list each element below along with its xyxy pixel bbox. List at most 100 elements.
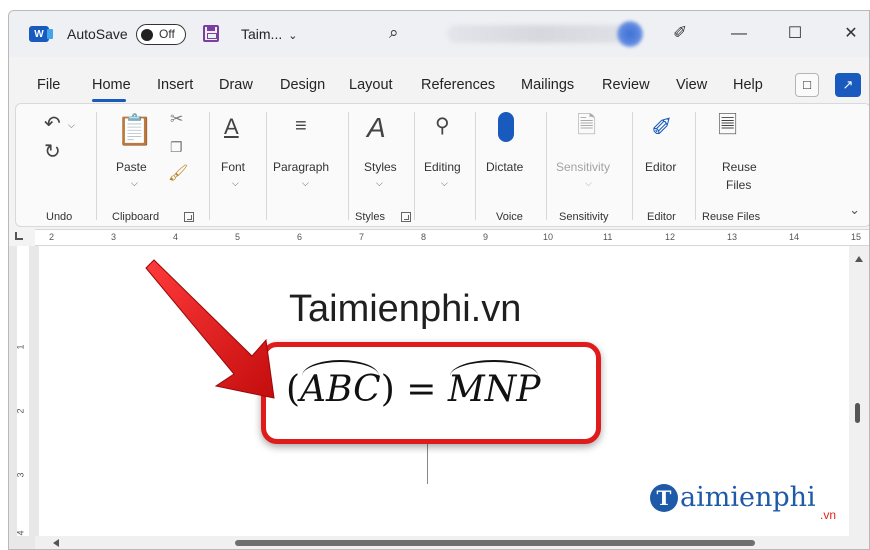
watermark-suffix: .vn	[820, 508, 837, 522]
title-bar: W AutoSave Off Taim... ⌄ ⌕ ✐ — ☐ ✕	[9, 11, 869, 57]
minimize-button[interactable]: —	[719, 20, 759, 48]
chevron-down-icon[interactable]: ⌵	[131, 178, 138, 189]
editor-pen-icon[interactable]: ✐	[651, 114, 673, 140]
toggle-knob	[141, 28, 153, 41]
horizontal-scroll-thumb[interactable]	[235, 540, 755, 546]
tab-mailings[interactable]: Mailings	[521, 77, 574, 93]
group-editor: ✐ Editor Editor	[633, 104, 695, 228]
share-button[interactable]: ↗	[835, 73, 861, 97]
group-sensitivity: 🗎 Sensitivity ⌵ Sensitivity	[547, 104, 632, 228]
paste-button[interactable]: Paste	[116, 160, 147, 174]
horizontal-scrollbar[interactable]	[35, 536, 869, 549]
ruler-strip[interactable]: 2 3 4 5 6 7 8 9 10 11 12 13 14 15	[35, 229, 869, 246]
ruler-number: 6	[297, 232, 303, 242]
tab-view[interactable]: View	[676, 77, 707, 93]
tab-file[interactable]: File	[37, 77, 60, 93]
autosave-state: Off	[159, 27, 175, 41]
copy-icon[interactable]: ❐	[170, 140, 183, 154]
formula-equals: =	[394, 369, 448, 410]
format-painter-icon[interactable]: 🖌	[168, 166, 188, 182]
sensitivity-icon: 🗎	[577, 112, 597, 139]
editing-button[interactable]: Editing	[424, 160, 461, 174]
ruler-number: 9	[483, 232, 489, 242]
editor-button[interactable]: Editor	[645, 160, 676, 174]
undo-icon[interactable]: ↶	[44, 114, 61, 134]
document-name[interactable]: Taim... ⌄	[241, 26, 297, 42]
font-icon[interactable]: A	[224, 116, 239, 138]
clipboard-launcher[interactable]	[184, 212, 194, 222]
font-button[interactable]: Font	[221, 160, 245, 174]
vertical-ruler: 1 2 3 4	[9, 246, 35, 536]
horizontal-ruler: 2 3 4 5 6 7 8 9 10 11 12 13 14 15	[9, 229, 869, 246]
chevron-down-icon[interactable]: ⌵	[441, 178, 448, 189]
group-clipboard: 📋 Paste ⌵ ✂ ❐ 🖌 Clipboard	[98, 104, 208, 228]
paragraph-icon[interactable]: ≡	[295, 116, 307, 136]
arc-mnp: MNP	[447, 360, 541, 410]
vertical-scrollbar[interactable]	[849, 246, 869, 536]
tab-draw[interactable]: Draw	[219, 77, 253, 93]
tab-design[interactable]: Design	[280, 77, 325, 93]
divider	[96, 112, 97, 220]
ribbon-tabs: File Home Insert Draw Design Layout Refe…	[9, 73, 869, 102]
autosave-label: AutoSave	[67, 26, 128, 42]
vertical-scroll-thumb[interactable]	[855, 403, 860, 423]
save-icon[interactable]	[203, 25, 219, 42]
redo-icon[interactable]: ↻	[44, 142, 61, 162]
ruler-number: 8	[421, 232, 427, 242]
chevron-down-icon[interactable]: ⌵	[68, 120, 75, 131]
ruler-number: 12	[665, 232, 676, 242]
maximize-button[interactable]: ☐	[775, 20, 815, 48]
ruler-number: 4	[15, 530, 26, 536]
group-label-clipboard: Clipboard	[112, 211, 160, 223]
group-label-voice: Voice	[496, 211, 523, 223]
dictate-button[interactable]: Dictate	[486, 160, 523, 174]
scroll-up-icon[interactable]	[855, 256, 863, 262]
ribbon-collapse-chevron-icon[interactable]: ⌄	[849, 202, 860, 218]
paste-icon[interactable]: 📋	[116, 116, 153, 146]
pen-icon[interactable]: ✐	[673, 23, 687, 43]
ruler-number: 4	[173, 232, 179, 242]
account-name-blurred	[447, 25, 632, 43]
group-paragraph: ≡ Paragraph ⌵	[267, 104, 347, 228]
comment-button[interactable]: □	[795, 73, 819, 97]
chevron-down-icon[interactable]: ⌵	[232, 178, 239, 189]
ruler-number: 11	[603, 232, 613, 242]
microphone-icon[interactable]	[498, 112, 514, 142]
reuse-files-icon[interactable]: 🗏	[718, 114, 737, 138]
styles-icon[interactable]: A	[367, 114, 386, 142]
tab-references[interactable]: References	[421, 77, 495, 93]
reuse-files-label-2[interactable]: Files	[726, 178, 751, 192]
chevron-down-icon[interactable]: ⌵	[302, 178, 309, 189]
vertical-ruler-strip	[17, 246, 29, 536]
tab-help[interactable]: Help	[733, 77, 763, 93]
watermark-letter: T	[650, 484, 678, 512]
styles-launcher[interactable]	[401, 212, 411, 222]
active-tab-indicator	[92, 99, 126, 102]
styles-button[interactable]: Styles	[364, 160, 397, 174]
ruler-number: 5	[235, 232, 241, 242]
reuse-files-label-1[interactable]: Reuse	[722, 160, 757, 174]
search-icon[interactable]: ⌕	[389, 23, 399, 43]
chevron-down-icon[interactable]: ⌵	[376, 178, 383, 189]
group-label-undo: Undo	[46, 211, 73, 223]
paragraph-button[interactable]: Paragraph	[273, 160, 329, 174]
ruler-number: 2	[49, 232, 55, 242]
ruler-number: 3	[15, 472, 26, 478]
tab-home[interactable]: Home	[92, 77, 131, 93]
word-icon[interactable]: W	[29, 26, 53, 42]
search-icon[interactable]: ⚲	[435, 116, 450, 136]
document-title-text[interactable]: Taimienphi.vn	[289, 288, 521, 331]
equation[interactable]: (ABC) = MNP	[286, 360, 541, 410]
tab-review[interactable]: Review	[602, 77, 650, 93]
group-editing: ⚲ Editing ⌵	[415, 104, 475, 228]
group-label-editor: Editor	[647, 211, 676, 223]
cut-icon[interactable]: ✂	[170, 112, 183, 128]
tab-layout[interactable]: Layout	[349, 77, 393, 93]
ruler-number: 7	[359, 232, 365, 242]
autosave-toggle[interactable]: Off	[136, 24, 186, 45]
tab-stop-selector[interactable]	[15, 232, 23, 240]
close-button[interactable]: ✕	[831, 20, 869, 48]
scroll-left-icon[interactable]	[53, 539, 59, 547]
avatar[interactable]	[617, 21, 643, 47]
tab-insert[interactable]: Insert	[157, 77, 193, 93]
